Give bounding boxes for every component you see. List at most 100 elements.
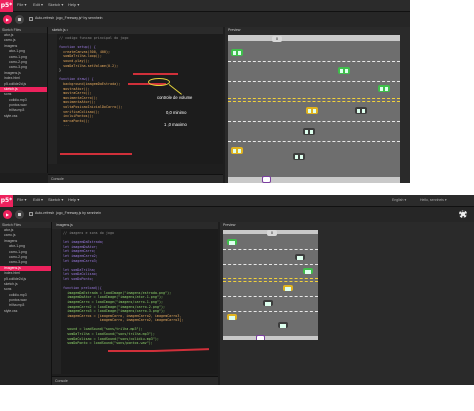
preview-label: Preview (223, 223, 236, 227)
code-text: let somDaTrilha; (63, 267, 96, 272)
code-text: movimentaAtor(); (59, 100, 96, 105)
file-list: ator.js carro.js imagens ator-1.png carro-1.… (0, 228, 51, 314)
car (278, 322, 288, 328)
menu-help[interactable]: Help ▾ (68, 2, 79, 7)
play-button[interactable]: ▶ (3, 15, 12, 24)
code-text: somDaTrilha = loadSound("sons/trilha.mp3… (63, 332, 155, 337)
code-text: let imagemCarro; (63, 249, 96, 254)
code-text: imagemDaEstrada = loadImage("imagens/est… (63, 290, 172, 295)
menu-help[interactable]: Help ▾ (68, 197, 79, 202)
lane-divider (228, 121, 400, 122)
code-text: function draw() { (59, 77, 94, 82)
menu-sketch[interactable]: Sketch ▾ (48, 2, 63, 7)
auto-refresh-checkbox[interactable] (29, 17, 33, 21)
lane-divider (223, 296, 318, 297)
project-title[interactable]: jogo_Freeway.js* by sennhein (56, 16, 102, 20)
code-line[interactable]: somDoPonto = loadSound("sons/pontos.wav"… (63, 341, 216, 346)
code-line[interactable]: ... (59, 123, 221, 128)
code-text: mostraCarro(); (59, 91, 92, 96)
console-bar[interactable]: Console (52, 376, 218, 385)
toolbar: ▶ Auto-refresh jogo_Freeway.js* by sennh… (0, 12, 410, 27)
car (227, 239, 237, 245)
code-text: let imagemCarro3; (63, 258, 98, 263)
line-gutter (52, 229, 61, 374)
code-text: createCanvas(500, 400); (59, 49, 111, 54)
code-text: marcaPonto(); (59, 118, 90, 123)
file-item[interactable]: style.css (0, 114, 47, 119)
car (355, 107, 367, 114)
annotation-underline (60, 153, 132, 155)
preview-label: Preview (228, 28, 241, 32)
user-menu[interactable]: Hello, sennheis ▾ (420, 198, 447, 202)
annotation-volume: controle de volume (157, 95, 193, 100)
code-text: mostraAtor(); (59, 86, 90, 91)
score-display: 0 (267, 230, 277, 236)
lane-divider (223, 264, 318, 265)
play-button[interactable]: ▶ (3, 210, 12, 219)
code-text: let somDoPonto; (63, 276, 94, 281)
game-canvas[interactable]: 0 (223, 230, 318, 340)
console-bar[interactable]: Console (48, 174, 223, 183)
code-text: voltaPosicaoInicialDoCarro(); (59, 104, 123, 109)
menu-sketch[interactable]: Sketch ▾ (48, 197, 63, 202)
code-lines[interactable]: // imagens e sons do jogo let imagemDaEst… (63, 231, 216, 346)
code-text: ... (59, 123, 70, 128)
stop-button[interactable] (15, 210, 24, 219)
editor-tab[interactable]: sketch.js • (48, 27, 223, 34)
menu-bar: p5* File ▾ Edit ▾ Sketch ▾ Help ▾ Englis… (0, 195, 474, 207)
code-text: imagemCarro2 = loadImage("imagens/carro-… (63, 304, 166, 309)
file-sidebar: Sketch Files ator.js carro.js imagens ator-… (0, 222, 52, 385)
settings-gear-icon[interactable] (459, 210, 467, 218)
annotation-circle (148, 78, 170, 86)
preview-panel: Preview 0 (220, 222, 474, 385)
car (303, 268, 313, 274)
player-actor (256, 334, 265, 340)
menu-edit[interactable]: Edit ▾ (33, 197, 43, 202)
car (295, 254, 305, 260)
car (283, 285, 293, 291)
lane-divider (228, 141, 400, 142)
code-text: function preload(){ (63, 286, 102, 291)
center-line (223, 278, 318, 279)
toolbar: ▶ Auto-refresh jogo_Freeway.js by sennhe… (0, 207, 474, 222)
annotation-underline (133, 73, 178, 75)
code-lines[interactable]: // codigo funcao principal do jogo functi… (59, 36, 221, 128)
menu-file[interactable]: File ▾ (17, 2, 27, 7)
lane-divider (228, 61, 400, 62)
car (227, 314, 237, 320)
auto-refresh-label: Auto-refresh (35, 16, 55, 20)
auto-refresh-checkbox[interactable] (29, 212, 33, 216)
code-text: imagemCarro = loadImage("imagens/carro-1… (63, 299, 164, 304)
center-line (223, 281, 318, 282)
code-text: somDoPonto = loadSound("sons/pontos.wav"… (63, 341, 153, 346)
bottom-sidewalk (223, 336, 318, 340)
code-text: imagemCarro3 = loadImage("imagens/carro-… (63, 309, 166, 314)
menu-bar: p5* File ▾ Edit ▾ Sketch ▾ Help ▾ (0, 0, 410, 12)
code-text: let somDaColisao; (63, 272, 98, 277)
center-line (228, 101, 400, 102)
code-text: // imagens e sons do jogo (63, 231, 115, 235)
stop-button[interactable] (15, 15, 24, 24)
code-text: imagemCarros = [imagemCarro, imagemCarro… (63, 313, 182, 318)
preview-panel: Preview 0 (225, 27, 410, 183)
code-text: let imagemDaEstrada; (63, 240, 104, 245)
project-title[interactable]: jogo_Freeway.js by sennhein (56, 211, 101, 215)
game-canvas[interactable]: 0 (228, 35, 400, 183)
car (231, 147, 243, 154)
code-text: sound = loadSound("sons/trilha.mp3"); (63, 327, 143, 332)
menu-edit[interactable]: Edit ▾ (33, 2, 43, 7)
language-select[interactable]: English ▾ (392, 198, 406, 202)
code-text: } (59, 68, 62, 73)
editor-tab[interactable]: imagens.js (52, 222, 218, 229)
code-text: movimentaCarro(); (59, 95, 98, 100)
car (263, 300, 273, 306)
file-list: ator.js carro.js imagens ator-1.png carro-1.… (0, 33, 47, 119)
car (231, 49, 243, 56)
code-text: somDaColisao = loadSound("sons/colidiu.m… (63, 336, 159, 341)
car (303, 128, 315, 135)
file-item[interactable]: style.css (0, 309, 51, 314)
menu-file[interactable]: File ▾ (17, 197, 27, 202)
code-editor[interactable]: sketch.js • // codigo funcao principal d… (48, 27, 223, 164)
score-display: 0 (272, 36, 282, 42)
line-gutter (48, 34, 57, 164)
